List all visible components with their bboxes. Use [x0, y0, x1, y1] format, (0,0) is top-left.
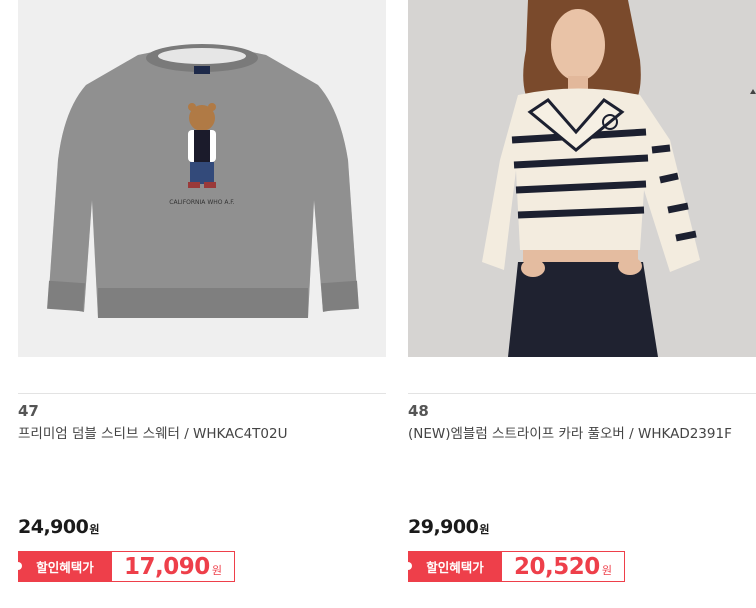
product-name-link[interactable]: 프리미엄 덤블 스티브 스웨터 / WHKAC4T02U — [18, 424, 363, 444]
product-name-link[interactable]: (NEW)엠블럼 스트라이프 카라 풀오버 / WHKAD2391F — [408, 424, 753, 444]
model-image-icon — [408, 0, 756, 357]
rank-number: 48 — [408, 402, 429, 420]
rank-number: 47 — [18, 402, 39, 420]
divider — [18, 393, 386, 394]
divider — [408, 393, 756, 394]
product-card[interactable]: CALIFORNIA WHO A.F. 47 프리미엄 덤블 스티브 스웨터 /… — [14, 0, 386, 582]
benefit-currency-unit: 원 — [601, 563, 612, 577]
price-value: 24,900 — [18, 516, 89, 538]
product-image[interactable]: CALIFORNIA WHO A.F. — [18, 0, 386, 357]
currency-unit: 원 — [89, 523, 99, 536]
product-card[interactable]: 48 (NEW)엠블럼 스트라이프 카라 풀오버 / WHKAD2391F 29… — [404, 0, 756, 582]
price-value: 29,900 — [408, 516, 479, 538]
benefit-label: 할인혜택가 — [404, 551, 502, 582]
benefit-price-box: 20,520 원 — [502, 551, 625, 582]
benefit-currency-unit: 원 — [211, 563, 222, 577]
original-price: 24,900원 — [18, 516, 99, 538]
benefit-price-box: 17,090 원 — [112, 551, 235, 582]
benefit-price-value: 17,090 — [124, 553, 210, 580]
currency-unit: 원 — [479, 523, 489, 536]
product-image[interactable] — [408, 0, 756, 357]
benefit-label: 할인혜택가 — [14, 551, 112, 582]
discount-benefit: 할인혜택가 20,520 원 — [404, 551, 625, 582]
discount-benefit: 할인혜택가 17,090 원 — [14, 551, 235, 582]
benefit-price-value: 20,520 — [514, 553, 600, 580]
svg-text:CALIFORNIA WHO A.F.: CALIFORNIA WHO A.F. — [169, 199, 234, 206]
original-price: 29,900원 — [408, 516, 489, 538]
scrollbar-arrow-icon[interactable] — [750, 86, 756, 100]
sweater-image-icon: CALIFORNIA WHO A.F. — [18, 0, 386, 357]
